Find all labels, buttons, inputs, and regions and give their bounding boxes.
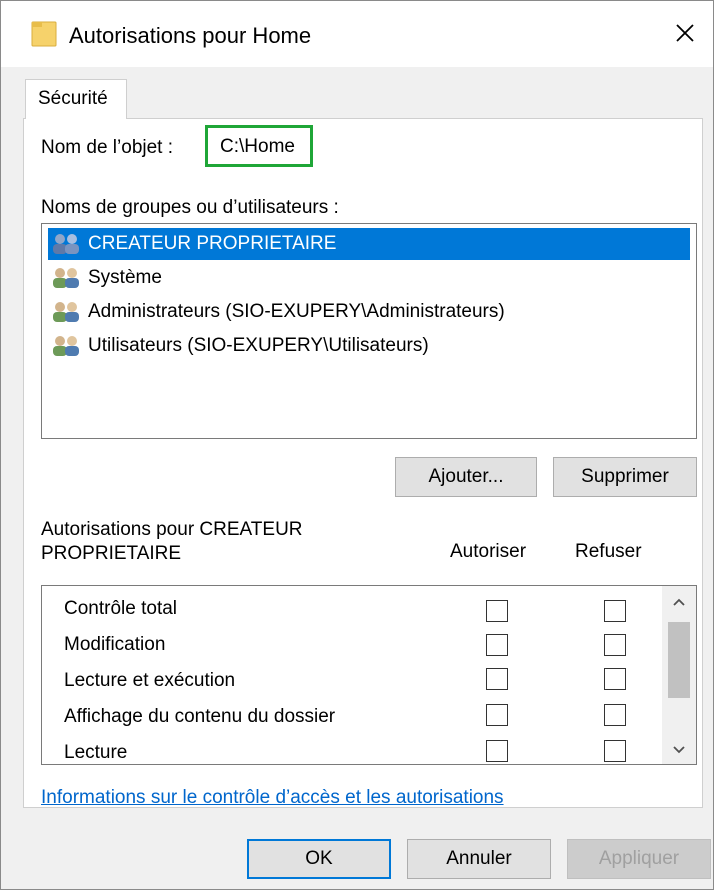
title-bar: Autorisations pour Home bbox=[1, 1, 713, 67]
scroll-down-button[interactable] bbox=[666, 738, 692, 762]
scroll-up-button[interactable] bbox=[666, 590, 692, 614]
object-name-value: C:\Home bbox=[205, 125, 313, 167]
user-item-label: Administrateurs (SIO-EXUPERY\Administrat… bbox=[88, 301, 505, 322]
add-button[interactable]: Ajouter... bbox=[395, 457, 537, 497]
permission-row: Contrôle total bbox=[42, 590, 662, 626]
permission-name: Lecture bbox=[64, 742, 128, 763]
permission-name: Lecture et exécution bbox=[64, 670, 236, 691]
permissions-dialog: Autorisations pour Home Sécurité Nom de … bbox=[0, 0, 714, 890]
user-item-label: CREATEUR PROPRIETAIRE bbox=[88, 233, 337, 254]
user-item-systeme[interactable]: Système bbox=[48, 262, 162, 294]
permissions-list: Contrôle total Modification Lecture et e… bbox=[41, 585, 697, 765]
permission-row: Affichage du contenu du dossier bbox=[42, 698, 662, 734]
permissions-scrollbar[interactable] bbox=[662, 586, 696, 764]
groups-label: Noms de groupes ou d’utilisateurs : bbox=[41, 197, 339, 218]
close-button[interactable] bbox=[665, 15, 705, 51]
permissions-label-line1: Autorisations pour CREATEUR bbox=[41, 519, 303, 540]
access-control-help-link[interactable]: Informations sur le contrôle d’accès et … bbox=[41, 787, 504, 809]
allow-checkbox[interactable] bbox=[486, 668, 508, 690]
allow-checkbox[interactable] bbox=[486, 740, 508, 762]
permission-row: Lecture bbox=[42, 734, 662, 764]
deny-checkbox[interactable] bbox=[604, 704, 626, 726]
permissions-label-line2: PROPRIETAIRE bbox=[41, 543, 182, 564]
object-name-text: C:\Home bbox=[220, 136, 295, 157]
deny-checkbox[interactable] bbox=[604, 600, 626, 622]
user-item-label: Utilisateurs (SIO-EXUPERY\Utilisateurs) bbox=[88, 335, 429, 356]
object-name-label: Nom de l’objet : bbox=[41, 137, 174, 158]
close-icon bbox=[676, 24, 694, 42]
tab-securite-label: Sécurité bbox=[38, 88, 108, 109]
user-item-utilisateurs[interactable]: Utilisateurs (SIO-EXUPERY\Utilisateurs) bbox=[48, 330, 429, 362]
chevron-up-icon bbox=[673, 598, 685, 606]
deny-checkbox[interactable] bbox=[604, 634, 626, 656]
apply-button[interactable]: Appliquer bbox=[567, 839, 711, 879]
window-title: Autorisations pour Home bbox=[69, 23, 312, 48]
users-group-icon bbox=[53, 302, 79, 322]
permission-name: Contrôle total bbox=[64, 598, 178, 619]
permission-name: Affichage du contenu du dossier bbox=[64, 706, 336, 727]
users-group-icon bbox=[53, 268, 79, 288]
permission-row: Lecture et exécution bbox=[42, 662, 662, 698]
user-item-label: Système bbox=[88, 267, 162, 288]
permission-name: Modification bbox=[64, 634, 166, 655]
deny-checkbox[interactable] bbox=[604, 740, 626, 762]
allow-checkbox[interactable] bbox=[486, 704, 508, 726]
users-group-icon bbox=[53, 336, 79, 356]
folder-icon bbox=[31, 21, 57, 47]
user-item-administrateurs[interactable]: Administrateurs (SIO-EXUPERY\Administrat… bbox=[48, 296, 505, 328]
allow-column-header: Autoriser bbox=[450, 541, 527, 562]
tab-securite[interactable]: Sécurité bbox=[25, 79, 127, 119]
permission-row: Modification bbox=[42, 626, 662, 662]
cancel-button[interactable]: Annuler bbox=[407, 839, 551, 879]
deny-checkbox[interactable] bbox=[604, 668, 626, 690]
allow-checkbox[interactable] bbox=[486, 600, 508, 622]
deny-column-header: Refuser bbox=[575, 541, 642, 562]
chevron-down-icon bbox=[673, 746, 685, 754]
user-item-createur-proprietaire[interactable]: CREATEUR PROPRIETAIRE bbox=[48, 228, 690, 260]
remove-button[interactable]: Supprimer bbox=[553, 457, 697, 497]
scroll-thumb[interactable] bbox=[668, 622, 690, 698]
allow-checkbox[interactable] bbox=[486, 634, 508, 656]
users-list[interactable]: CREATEUR PROPRIETAIRE Système Administra… bbox=[41, 223, 697, 439]
users-group-icon bbox=[53, 234, 79, 254]
ok-button[interactable]: OK bbox=[247, 839, 391, 879]
